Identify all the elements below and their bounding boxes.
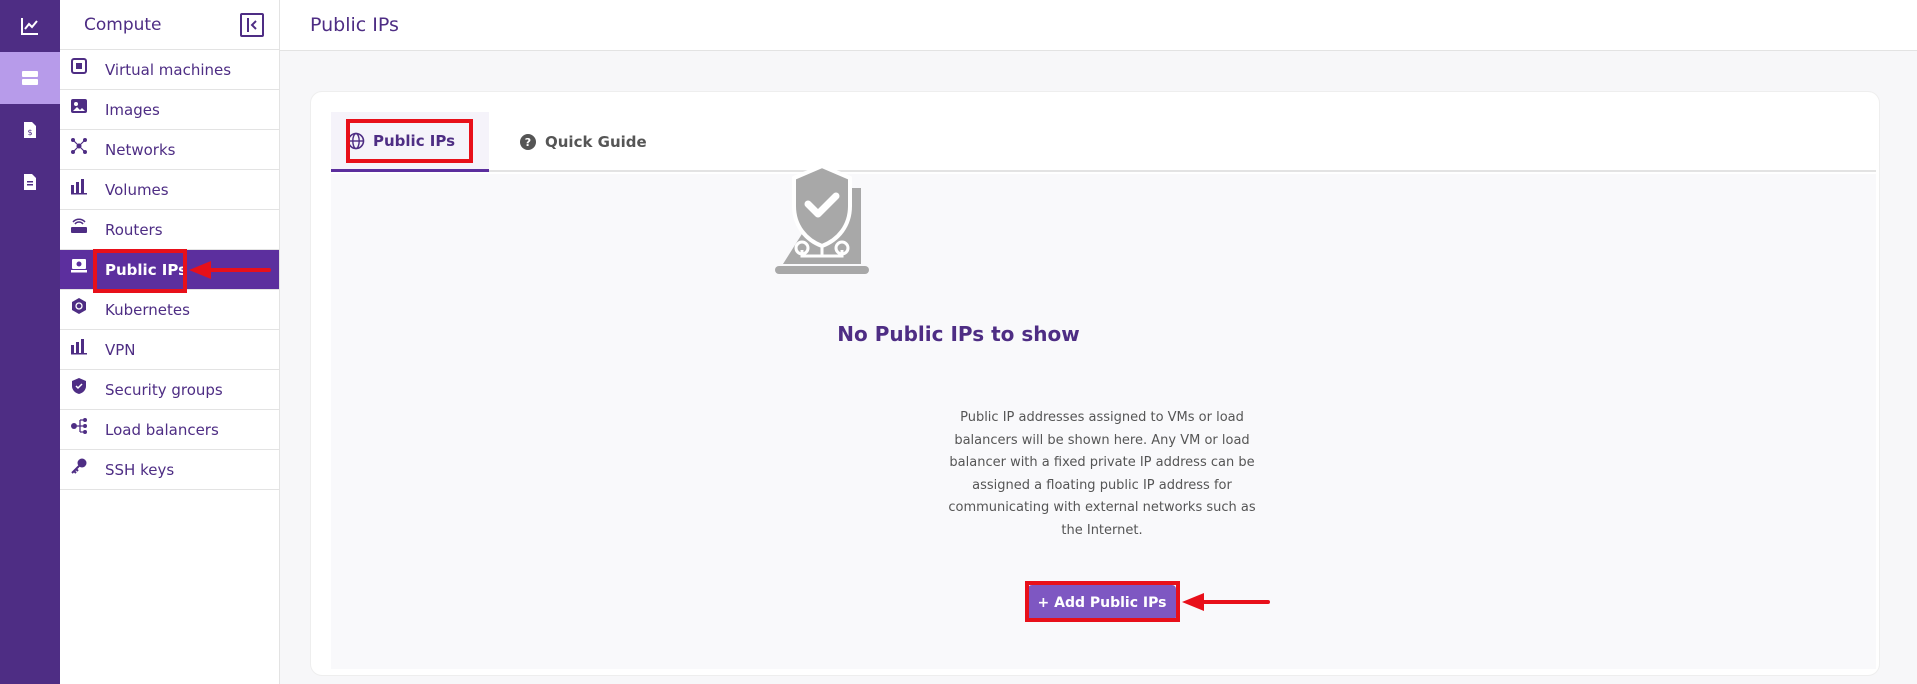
virtual-machine-icon [71,58,87,74]
public-ip-icon [71,259,87,273]
tab-bar: Public IPs ? Quick Guide [331,112,1876,172]
sidebar-item-label: SSH keys [105,460,175,479]
server-icon [22,71,38,85]
page-title: Public IPs [310,14,399,36]
tab-label: Quick Guide [545,133,647,151]
collapse-sidebar-button[interactable] [240,13,264,37]
sidebar-title: Compute [84,14,162,35]
volume-icon [71,179,87,195]
question-circle-icon: ? [520,134,536,150]
document-icon [24,174,36,190]
image-icon [71,99,87,113]
sidebar-item-images[interactable]: Images [60,90,279,130]
sidebar-item-label: Load balancers [105,420,219,439]
page-header: Public IPs [280,0,1917,51]
rail-item-documents[interactable] [0,156,60,208]
sidebar-item-load-balancers[interactable]: Load balancers [60,410,279,450]
sidebar-item-routers[interactable]: Routers [60,210,279,250]
key-icon [71,458,87,474]
sidebar-item-label: Virtual machines [105,60,232,79]
tab-quick-guide[interactable]: ? Quick Guide [503,112,663,172]
annotation-highlight-tab [346,119,473,163]
sidebar-item-virtual-machines[interactable]: Virtual machines [60,50,279,90]
kubernetes-icon [72,298,86,314]
sidebar-header: Compute [60,0,279,50]
sidebar-item-label: Volumes [105,180,169,199]
empty-state-title: No Public IPs to show [837,322,1080,346]
load-balancer-icon [71,418,87,434]
chart-line-icon [21,18,38,35]
sidebar-item-label: Kubernetes [105,300,190,319]
sidebar-item-networks[interactable]: Networks [60,130,279,170]
annotation-highlight-sidebar [93,249,187,293]
sidebar-item-label: Security groups [105,380,223,399]
sidebar-item-label: Networks [105,140,176,159]
svg-text:$: $ [27,128,32,137]
collapse-sidebar-icon [247,18,257,32]
rail-item-billing[interactable]: $ [0,104,60,156]
rail-item-dashboard[interactable] [0,0,60,52]
annotation-arrow-button [1182,593,1270,611]
billing-document-icon: $ [24,122,36,138]
sidebar-item-security-groups[interactable]: Security groups [60,370,279,410]
shield-laptop-icon [775,163,869,274]
sidebar-item-volumes[interactable]: Volumes [60,170,279,210]
sidebar-item-label: Routers [105,220,163,239]
shield-icon [72,378,86,394]
network-icon [71,138,87,154]
annotation-highlight-button [1025,581,1180,622]
sidebar-item-ssh-keys[interactable]: SSH keys [60,450,279,490]
rail-item-compute[interactable] [0,52,60,104]
svg-text:?: ? [525,136,531,149]
empty-state-description: Public IP addresses assigned to VMs or l… [948,410,1256,538]
sidebar-item-label: Images [105,100,160,119]
router-icon [71,218,87,233]
annotation-arrow-sidebar [189,261,271,279]
